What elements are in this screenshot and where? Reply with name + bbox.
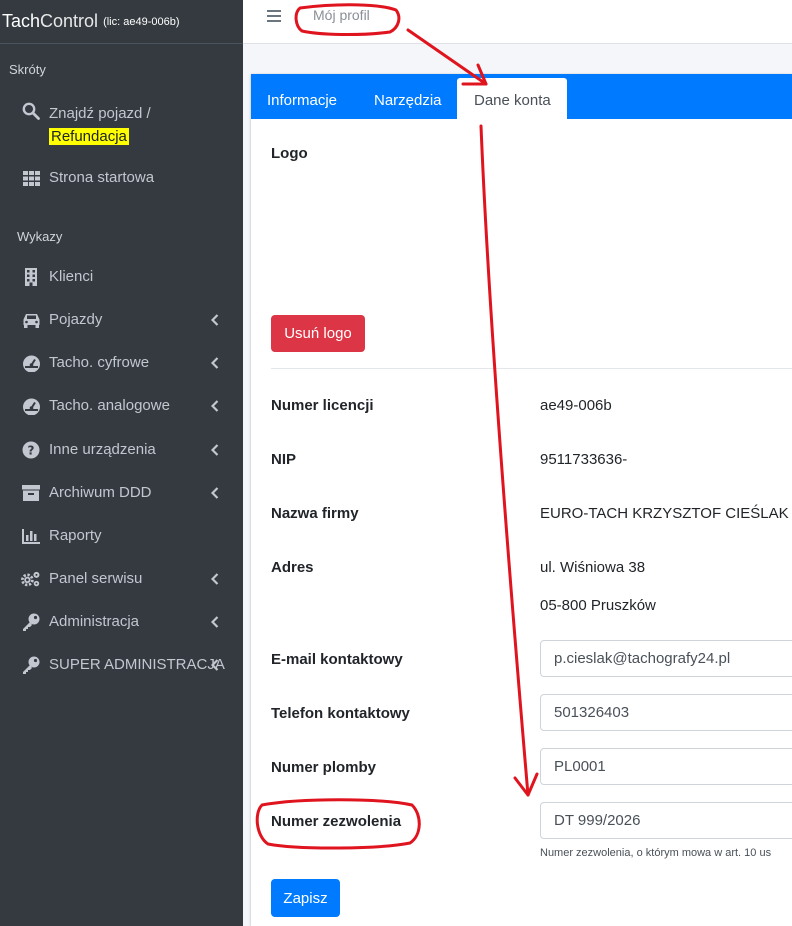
nav-header-lists: Wykazy — [17, 229, 63, 244]
refund-highlight: Refundacja — [49, 128, 129, 145]
tab-tools[interactable]: Narzędzia — [374, 92, 442, 109]
sidebar: TachControl (lic: ae49-006b) Skróty Znaj… — [0, 0, 243, 926]
sidebar-item-administration[interactable]: Administracja — [0, 612, 243, 634]
permit-label: Numer zezwolenia — [271, 813, 402, 830]
key-icon — [21, 613, 41, 631]
sidebar-item-home[interactable]: Strona startowa — [0, 168, 243, 190]
save-button[interactable]: Zapisz — [271, 879, 340, 917]
address-line1: ul. Wiśniowa 38 — [540, 559, 646, 576]
sidebar-item-reports[interactable]: Raporty — [0, 526, 243, 548]
sidebar-item-label: Pojazdy — [49, 311, 103, 328]
company-value: EURO-TACH KRZYSZTOF CIEŚLAK — [540, 505, 789, 522]
key-icon — [21, 656, 41, 674]
sidebar-item-other-devices[interactable]: ? Inne urządzenia — [0, 440, 243, 462]
logo-label: Logo — [271, 145, 308, 162]
sidebar-item-label: Klienci — [49, 268, 94, 285]
nav-header-shortcuts: Skróty — [9, 62, 46, 77]
sidebar-item-find-vehicle[interactable]: Znajdź pojazd / Refundacja — [0, 100, 243, 148]
tab-account[interactable]: Dane konta — [474, 92, 551, 109]
sidebar-item-label: Archiwum DDD — [49, 484, 152, 501]
phone-field[interactable]: 501326403 — [540, 694, 792, 731]
svg-text:?: ? — [28, 444, 35, 458]
gauge-icon — [21, 354, 41, 372]
sidebar-item-label: Administracja — [49, 613, 140, 630]
sidebar-item-label: Raporty — [49, 527, 102, 544]
brand-license: (lic: ae49-006b) — [103, 15, 180, 28]
company-label: Nazwa firmy — [271, 505, 359, 522]
sidebar-item-super-administration[interactable]: SUPER ADMINISTRACJA — [0, 655, 243, 677]
tab-info[interactable]: Informacje — [267, 92, 337, 109]
chevron-left-icon — [210, 573, 220, 585]
building-icon — [21, 268, 41, 286]
chevron-left-icon — [210, 487, 220, 499]
sidebar-item-label: Znajdź pojazd / — [49, 105, 151, 122]
sidebar-item-analog-tacho[interactable]: Tacho. analogowe — [0, 396, 243, 418]
sidebar-item-label: Tacho. cyfrowe — [49, 354, 150, 371]
nip-value: 9511733636- — [540, 451, 628, 468]
delete-logo-button[interactable]: Usuń logo — [271, 315, 365, 352]
search-icon — [21, 102, 41, 120]
sidebar-item-label: Inne urządzenia — [49, 441, 156, 458]
email-field[interactable]: p.cieslak@tachografy24.pl — [540, 640, 792, 677]
menu-toggle-icon[interactable] — [267, 10, 281, 22]
brand-link[interactable]: TachControl (lic: ae49-006b) — [0, 0, 243, 44]
phone-label: Telefon kontaktowy — [271, 705, 410, 722]
cogs-icon — [21, 570, 41, 588]
sidebar-item-clients[interactable]: Klienci — [0, 267, 243, 289]
archive-icon — [21, 484, 41, 502]
sidebar-item-label: Tacho. analogowe — [49, 397, 170, 414]
sidebar-item-label: SUPER ADMINISTRACJA — [49, 656, 225, 673]
sidebar-item-ddd-archive[interactable]: Archiwum DDD — [0, 483, 243, 505]
chevron-left-icon — [210, 400, 220, 412]
seal-field[interactable]: PL0001 — [540, 748, 792, 785]
car-icon — [21, 311, 41, 329]
chevron-left-icon — [210, 659, 220, 671]
chevron-left-icon — [210, 314, 220, 326]
license-label: Numer licencji — [271, 397, 374, 414]
brand-name: TachControl — [2, 11, 99, 31]
license-value: ae49-006b — [540, 397, 612, 414]
sidebar-item-service-panel[interactable]: Panel serwisu — [0, 569, 243, 591]
chart-icon — [21, 527, 41, 545]
seal-label: Numer plomby — [271, 759, 377, 776]
sidebar-item-label: Strona startowa — [49, 169, 155, 186]
grid-icon — [21, 169, 41, 187]
permit-help-text: Numer zezwolenia, o którym mowa w art. 1… — [540, 847, 772, 859]
gauge-icon — [21, 397, 41, 415]
chevron-left-icon — [210, 357, 220, 369]
divider — [271, 368, 792, 369]
address-label: Adres — [271, 559, 314, 576]
chevron-left-icon — [210, 444, 220, 456]
address-line2: 05-800 Pruszków — [540, 597, 656, 614]
sidebar-item-vehicles[interactable]: Pojazdy — [0, 310, 243, 332]
sidebar-item-digital-tacho[interactable]: Tacho. cyfrowe — [0, 353, 243, 375]
permit-field[interactable]: DT 999/2026 — [540, 802, 792, 839]
chevron-left-icon — [210, 616, 220, 628]
nip-label: NIP — [271, 451, 297, 468]
question-icon: ? — [21, 441, 41, 459]
email-label: E-mail kontaktowy — [271, 651, 403, 668]
sidebar-item-label: Panel serwisu — [49, 570, 143, 587]
profile-card — [251, 74, 792, 926]
breadcrumb-my-profile[interactable]: Mój profil — [313, 7, 370, 23]
top-navbar: Mój profil — [243, 0, 792, 44]
